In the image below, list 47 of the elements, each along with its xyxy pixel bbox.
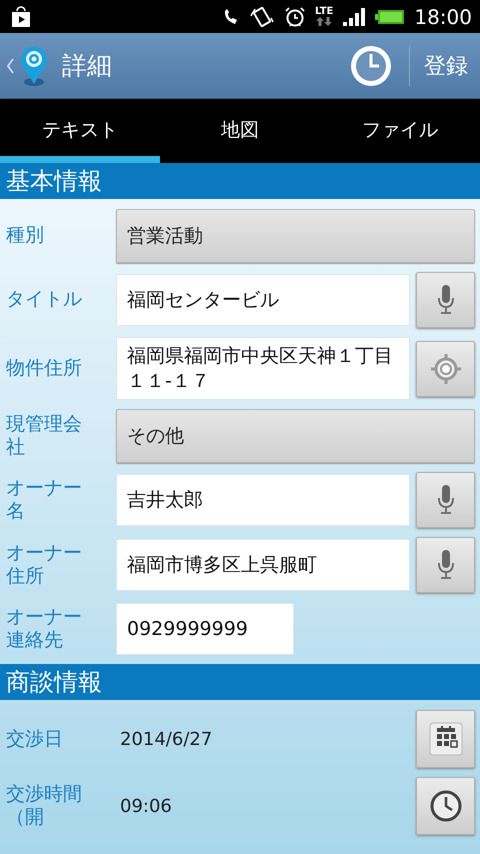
network-type: LTE <box>314 7 334 17</box>
input-field[interactable]: 福岡市博多区上呉服町 <box>116 539 410 592</box>
battery-icon <box>375 8 406 24</box>
time-picker-button[interactable] <box>416 777 475 836</box>
clock-time: 18:00 <box>414 4 472 28</box>
input-field[interactable]: 福岡センタービル <box>116 274 410 326</box>
clock-icon <box>349 44 393 88</box>
microphone-icon <box>438 485 454 516</box>
clock-icon <box>428 789 462 824</box>
date-picker-button[interactable] <box>416 710 475 768</box>
section-header: 商談情報 <box>0 664 480 700</box>
signal-icon <box>342 6 366 26</box>
field-label: 交渉時間（開 <box>6 782 83 830</box>
input-field[interactable]: 福岡県福岡市中央区天神１丁目１１-１７ <box>116 337 410 400</box>
calendar-icon <box>428 722 462 756</box>
field-label: オーナー連絡先 <box>6 606 83 654</box>
field-value: 2014/6/27 <box>119 728 214 750</box>
field-label: 交渉日 <box>6 728 64 752</box>
field-label: オーナー住所 <box>6 542 83 590</box>
screen-title: 詳細 <box>62 50 113 82</box>
crosshair-icon <box>428 352 462 386</box>
dropdown-field[interactable]: 営業活動 <box>116 209 475 263</box>
voice-input-button[interactable] <box>416 272 475 328</box>
field-label: 現管理会社 <box>6 412 83 460</box>
microphone-icon <box>438 285 454 315</box>
alarm-icon <box>284 6 306 28</box>
register-button[interactable]: 登録 <box>420 50 472 80</box>
field-value: 09:06 <box>119 796 173 817</box>
store-icon <box>10 6 32 28</box>
dropdown-field[interactable]: その他 <box>116 409 475 464</box>
voice-input-button[interactable] <box>416 537 475 594</box>
input-field[interactable]: 0929999999 <box>116 603 294 656</box>
app-logo-icon[interactable] <box>18 44 50 88</box>
field-label: タイトル <box>6 288 83 312</box>
back-chevron-icon[interactable] <box>6 58 14 74</box>
field-label: 種別 <box>6 224 45 248</box>
field-label: オーナー名 <box>6 476 83 524</box>
section-header: 基本情報 <box>0 163 480 199</box>
input-field[interactable]: 吉井太郎 <box>116 474 410 526</box>
microphone-icon <box>438 550 454 580</box>
field-label: 物件住所 <box>6 356 83 381</box>
tab[interactable]: ファイル <box>320 99 480 163</box>
voice-input-button[interactable] <box>416 472 475 528</box>
vibrate-icon <box>248 6 275 28</box>
locate-button[interactable] <box>416 340 475 397</box>
tab[interactable]: 地図 <box>160 99 320 163</box>
data-arrows-icon <box>315 17 334 26</box>
